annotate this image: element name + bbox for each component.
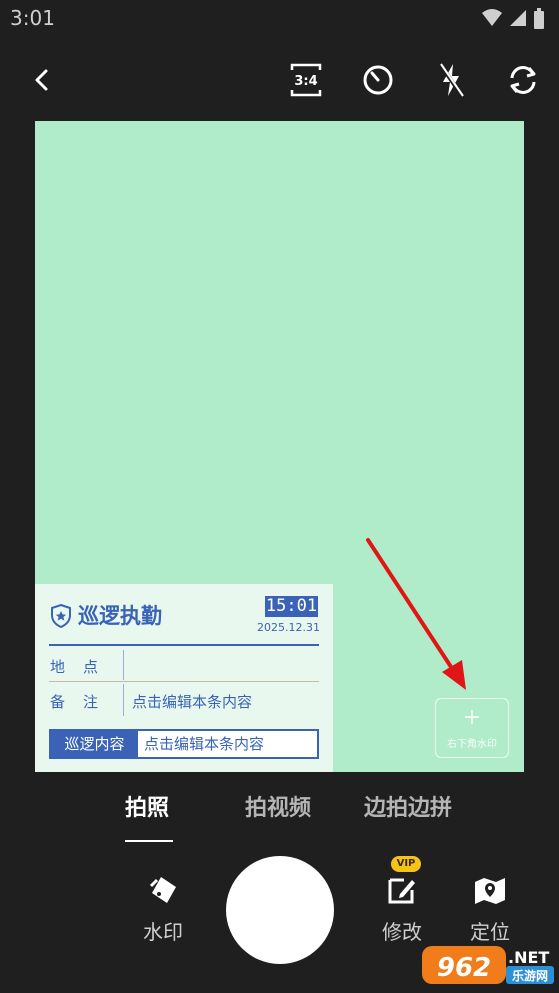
site-logo: 962 .NET 乐游网	[422, 946, 554, 984]
location-tool-button[interactable]: 定位	[455, 870, 525, 945]
capture-mode-tabs: 拍照 拍视频 边拍边拼	[0, 790, 559, 842]
shutter-button[interactable]	[226, 856, 334, 964]
watermark-tool-label: 水印	[143, 920, 183, 944]
edit-pencil-icon	[388, 878, 415, 904]
red-arrow-annotation	[366, 538, 466, 690]
tab-shoot-and-stitch[interactable]: 边拍边拼	[364, 790, 452, 822]
tab-video[interactable]: 拍视频	[245, 790, 311, 822]
site-logo-net: .NET	[508, 948, 549, 967]
site-logo-number: 962	[437, 953, 491, 983]
tab-photo[interactable]: 拍照	[125, 790, 169, 822]
watermark-tag-icon	[149, 877, 176, 903]
active-tab-underline	[125, 840, 173, 842]
map-pin-icon	[475, 878, 505, 904]
edit-tool-button[interactable]: 修改	[367, 870, 437, 945]
watermark-tool-button[interactable]: 水印	[128, 870, 198, 945]
site-logo-cn: 乐游网	[512, 968, 548, 983]
